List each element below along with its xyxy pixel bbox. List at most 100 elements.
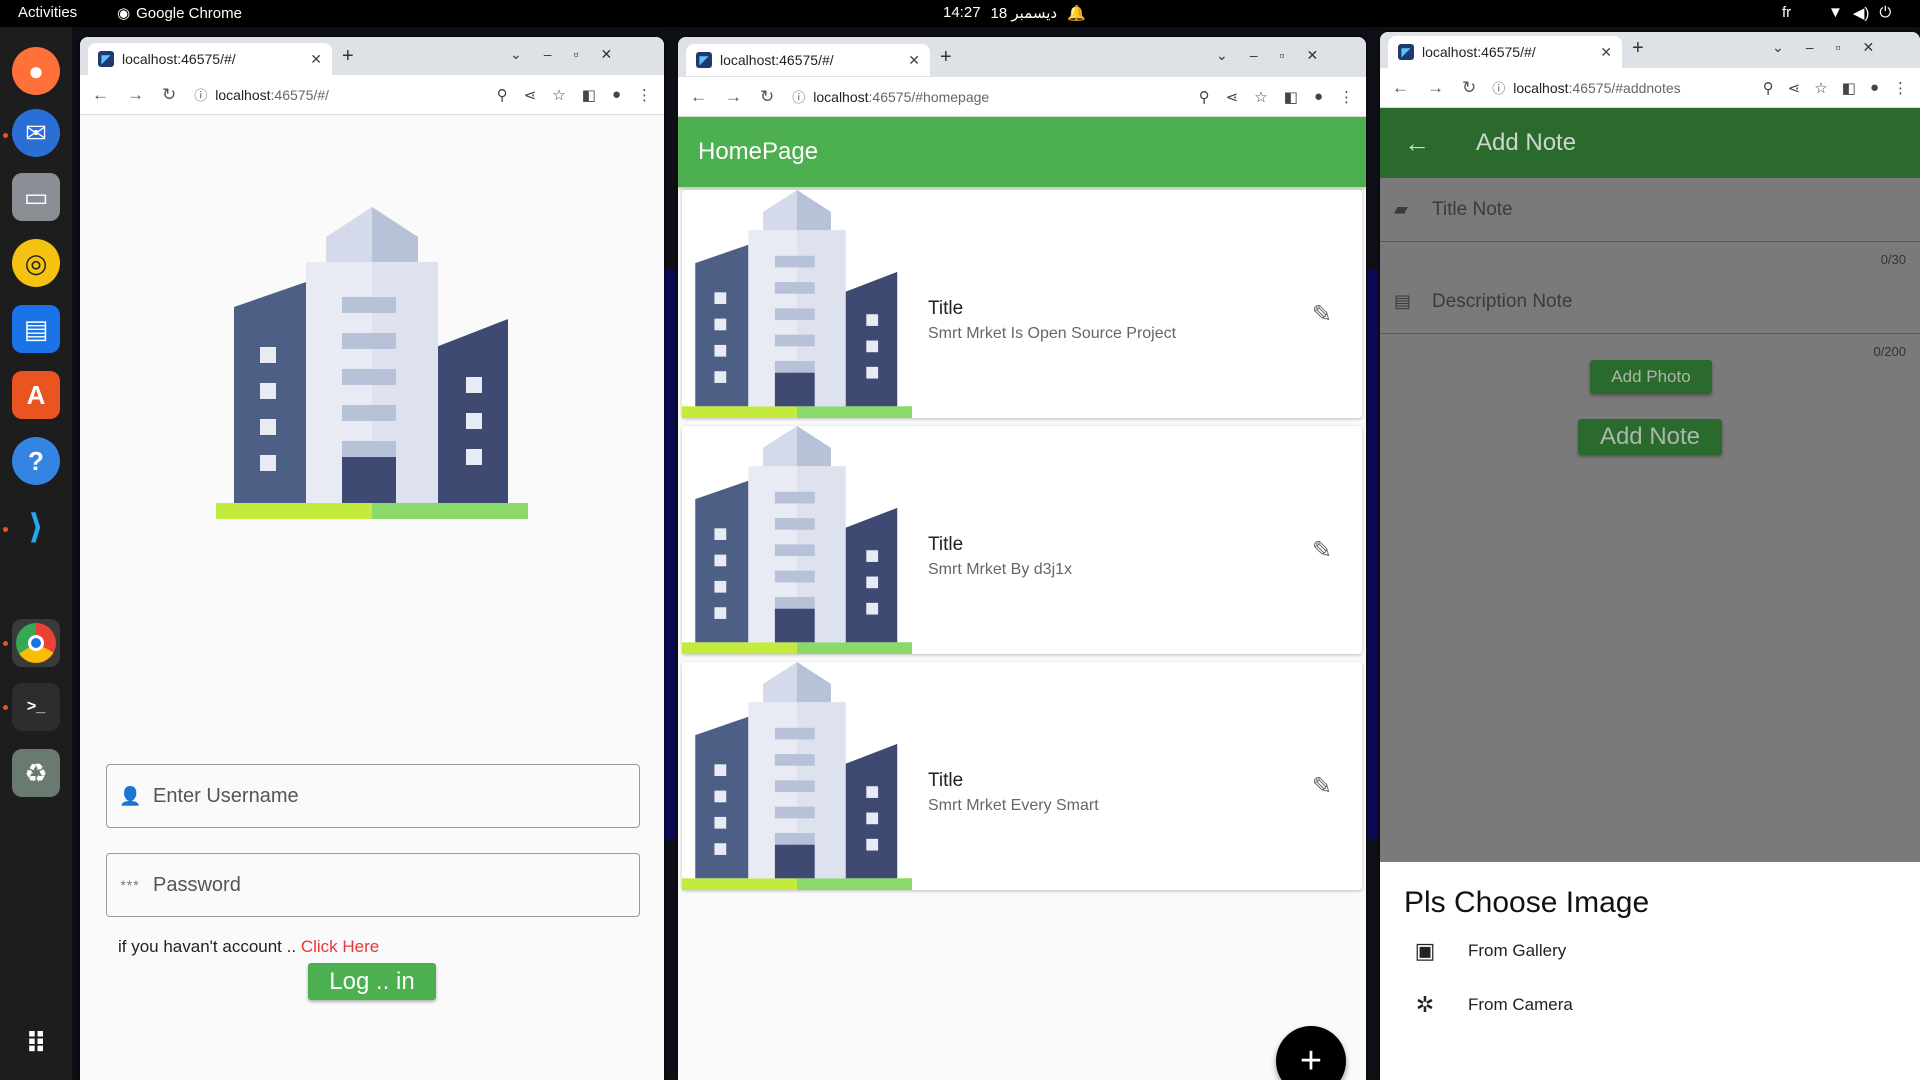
title-note-field[interactable]: ▰ Title Note bbox=[1380, 178, 1920, 242]
share-icon[interactable]: ⋖ bbox=[524, 86, 537, 104]
vscode-icon[interactable]: ⟩ bbox=[12, 503, 60, 551]
maximize-icon[interactable]: ▫ bbox=[1836, 39, 1841, 56]
url-host: localhost bbox=[215, 86, 271, 103]
new-tab-icon[interactable]: + bbox=[940, 46, 952, 69]
zoom-icon[interactable]: ⚲ bbox=[497, 86, 508, 104]
back-icon[interactable]: ← bbox=[1392, 78, 1409, 98]
tab-title: localhost:46575/#/ bbox=[122, 51, 236, 67]
keyboard-layout[interactable]: fr bbox=[1782, 4, 1791, 21]
tab-search-icon[interactable]: ⌄ bbox=[510, 46, 522, 63]
browser-window-home: ◤ localhost:46575/#/ ✕ + ⌄ – ▫ ✕ ← → ↻ ⓘ l… bbox=[678, 37, 1366, 1080]
browser-window-login: ◤ localhost:46575/#/ ✕ + ⌄ – ▫ ✕ ← → ↻ ⓘ l… bbox=[80, 37, 664, 1080]
browser-tab[interactable]: ◤ localhost:46575/#/ ✕ bbox=[1388, 36, 1622, 68]
info-icon[interactable]: ⓘ bbox=[792, 87, 805, 106]
info-icon[interactable]: ⓘ bbox=[1492, 78, 1505, 97]
power-icon: ⏻ bbox=[1879, 4, 1892, 21]
address-bar[interactable]: localhost:46575/#addnotes bbox=[1513, 80, 1680, 96]
forward-icon[interactable]: → bbox=[725, 87, 742, 107]
login-button[interactable]: Log .. in bbox=[308, 963, 436, 1000]
minimize-icon[interactable]: – bbox=[1806, 39, 1814, 56]
back-icon[interactable]: ← bbox=[92, 85, 109, 105]
share-icon[interactable]: ⋖ bbox=[1788, 79, 1801, 97]
camera-aperture-icon: ✲ bbox=[1415, 992, 1435, 1017]
trash-icon[interactable]: ♻ bbox=[12, 749, 60, 797]
menu-icon[interactable]: ⋮ bbox=[637, 86, 652, 104]
app-grid-icon[interactable]: ⠿ bbox=[12, 1019, 60, 1067]
share-icon[interactable]: ⋖ bbox=[1226, 88, 1239, 106]
back-icon[interactable]: ← bbox=[690, 87, 707, 107]
maximize-icon[interactable]: ▫ bbox=[574, 46, 579, 63]
maximize-icon[interactable]: ▫ bbox=[1280, 47, 1285, 64]
edit-pencil-icon[interactable]: ✎ bbox=[1312, 300, 1332, 329]
zoom-icon[interactable]: ⚲ bbox=[1763, 79, 1774, 97]
forward-icon[interactable]: → bbox=[127, 85, 144, 105]
side-panel-icon[interactable]: ◧ bbox=[582, 86, 596, 104]
note-subtitle: Smrt Mrket Every Smart bbox=[928, 797, 1099, 814]
profile-icon[interactable]: ● bbox=[1314, 88, 1323, 106]
bookmark-star-icon[interactable]: ☆ bbox=[1254, 88, 1267, 106]
terminal-icon[interactable]: >_ bbox=[12, 683, 60, 731]
firefox-icon[interactable]: ● bbox=[12, 47, 60, 95]
chrome-dock-icon[interactable] bbox=[12, 619, 60, 667]
thunderbird-icon[interactable]: ✉ bbox=[12, 109, 60, 157]
note-image bbox=[682, 426, 912, 654]
click-here-link[interactable]: Click Here bbox=[301, 937, 379, 956]
menu-icon[interactable]: ⋮ bbox=[1893, 79, 1908, 97]
browser-tab[interactable]: ◤ localhost:46575/#/ ✕ bbox=[88, 43, 332, 75]
bookmark-star-icon[interactable]: ☆ bbox=[552, 86, 565, 104]
option-from-camera[interactable]: ✲ From Camera bbox=[1408, 992, 1573, 1018]
minimize-icon[interactable]: – bbox=[1250, 47, 1258, 64]
option-from-gallery[interactable]: ▣ From Gallery bbox=[1408, 938, 1567, 964]
back-arrow-icon[interactable]: ← bbox=[1404, 128, 1430, 159]
system-tray[interactable]: ▼ ◀) ⏻ bbox=[1828, 4, 1891, 22]
forward-icon[interactable]: → bbox=[1427, 78, 1444, 98]
address-bar[interactable]: localhost:46575/#/ bbox=[215, 87, 329, 103]
writer-icon[interactable]: ▤ bbox=[12, 305, 60, 353]
browser-tab[interactable]: ◤ localhost:46575/#/ ✕ bbox=[686, 44, 930, 76]
tab-strip: ◤ localhost:46575/#/ ✕ + ⌄ – ▫ ✕ bbox=[1380, 32, 1920, 68]
note-card[interactable]: Title Smrt Mrket Every Smart ✎ bbox=[682, 662, 1362, 890]
close-tab-icon[interactable]: ✕ bbox=[1600, 44, 1612, 61]
address-bar[interactable]: localhost:46575/#homepage bbox=[813, 89, 989, 105]
info-icon[interactable]: ⓘ bbox=[194, 85, 207, 104]
close-window-icon[interactable]: ✕ bbox=[601, 46, 613, 63]
tab-search-icon[interactable]: ⌄ bbox=[1216, 47, 1228, 64]
clock[interactable]: 14:27 18 ديسمبر 🔔 bbox=[943, 4, 1086, 22]
side-panel-icon[interactable]: ◧ bbox=[1284, 88, 1298, 106]
help-icon[interactable]: ? bbox=[12, 437, 60, 485]
profile-icon[interactable]: ● bbox=[612, 86, 621, 104]
files-icon[interactable]: ▭ bbox=[12, 173, 60, 221]
side-panel-icon[interactable]: ◧ bbox=[1842, 79, 1856, 97]
note-card[interactable]: Title Smrt Mrket Is Open Source Project … bbox=[682, 190, 1362, 418]
activities-button[interactable]: Activities bbox=[18, 4, 77, 21]
reload-icon[interactable]: ↻ bbox=[1462, 78, 1476, 98]
new-tab-icon[interactable]: + bbox=[1632, 37, 1644, 60]
edit-pencil-icon[interactable]: ✎ bbox=[1312, 772, 1332, 801]
flutter-favicon-icon: ◤ bbox=[696, 52, 712, 68]
profile-icon[interactable]: ● bbox=[1870, 79, 1879, 97]
toolbar: ← → ↻ ⓘ localhost:46575/#homepage ⚲ ⋖ ☆ ◧ ● ⋮ bbox=[678, 77, 1366, 117]
rhythmbox-icon[interactable]: ◎ bbox=[12, 239, 60, 287]
reload-icon[interactable]: ↻ bbox=[760, 87, 774, 107]
edit-pencil-icon[interactable]: ✎ bbox=[1312, 536, 1332, 565]
username-field[interactable]: 👤 Enter Username bbox=[106, 764, 640, 828]
add-note-fab[interactable]: + bbox=[1276, 1026, 1346, 1080]
note-card[interactable]: Title Smrt Mrket By d3j1x ✎ bbox=[682, 426, 1362, 654]
description-note-field[interactable]: ▤ Description Note bbox=[1380, 270, 1920, 334]
minimize-icon[interactable]: – bbox=[544, 46, 552, 63]
close-window-icon[interactable]: ✕ bbox=[1307, 47, 1319, 64]
close-tab-icon[interactable]: ✕ bbox=[908, 52, 920, 69]
active-app-menu[interactable]: ◉ Google Chrome bbox=[117, 4, 242, 23]
bookmark-star-icon[interactable]: ☆ bbox=[1814, 79, 1827, 97]
new-tab-icon[interactable]: + bbox=[342, 45, 354, 68]
add-note-button[interactable]: Add Note bbox=[1578, 419, 1722, 455]
zoom-icon[interactable]: ⚲ bbox=[1199, 88, 1210, 106]
add-photo-button[interactable]: Add Photo bbox=[1590, 360, 1712, 394]
password-field[interactable]: *** Password bbox=[106, 853, 640, 917]
close-tab-icon[interactable]: ✕ bbox=[310, 51, 322, 68]
tab-search-icon[interactable]: ⌄ bbox=[1772, 39, 1784, 56]
software-icon[interactable]: A bbox=[12, 371, 60, 419]
reload-icon[interactable]: ↻ bbox=[162, 85, 176, 105]
menu-icon[interactable]: ⋮ bbox=[1339, 88, 1354, 106]
close-window-icon[interactable]: ✕ bbox=[1863, 39, 1875, 56]
